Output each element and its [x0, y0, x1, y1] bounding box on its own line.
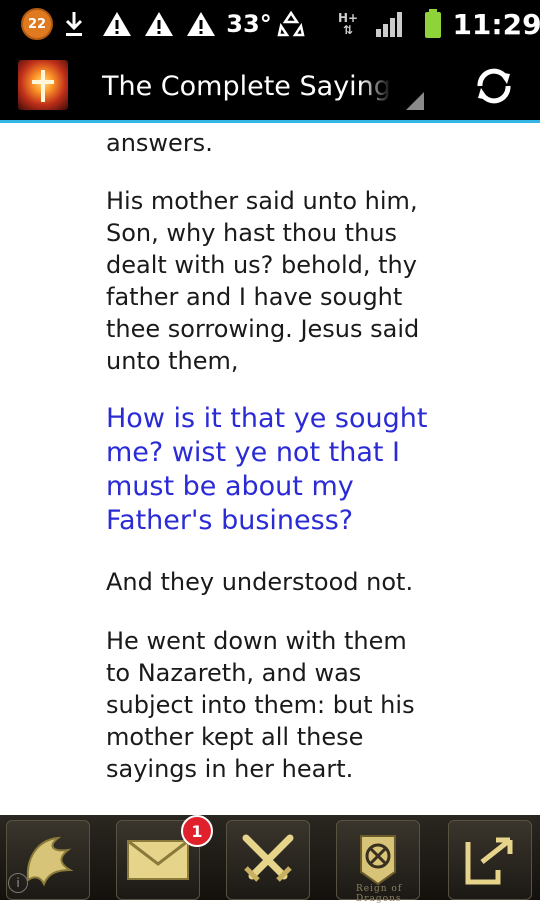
warning-icon	[100, 0, 134, 48]
glowing-cross-icon[interactable]	[18, 60, 68, 110]
network-type: H+ ⇅	[337, 11, 359, 37]
paragraph-went-down: He went down with them to Nazareth, and …	[106, 627, 415, 783]
exit-button[interactable]	[448, 820, 532, 900]
info-icon[interactable]: i	[8, 873, 28, 893]
app-title[interactable]: The Complete Sayings o	[102, 64, 392, 108]
notification-count: 22	[21, 8, 53, 40]
battle-button[interactable]	[226, 820, 310, 900]
exit-icon	[465, 837, 513, 885]
emblem-icon	[360, 835, 396, 886]
game-wordmark: Reign of Dragons	[356, 884, 403, 904]
signal-icon	[374, 0, 404, 48]
title-fade	[360, 64, 392, 108]
notification-badge-icon[interactable]: 22	[20, 0, 54, 48]
status-bar: 22 33° H+ ⇅ 11:29	[0, 0, 540, 48]
network-label: H+	[337, 11, 359, 25]
warning-icon	[184, 0, 218, 48]
recycle-icon	[276, 0, 306, 48]
paragraph-jesus-saying: How is it that ye sought me? wist ye not…	[106, 403, 428, 536]
crossed-swords-icon	[242, 834, 294, 882]
temperature-value: 33°	[226, 10, 272, 38]
spinner-caret-icon[interactable]	[406, 92, 424, 110]
paragraph-understood-not: And they understood not.	[106, 568, 414, 596]
clock: 11:29	[452, 0, 540, 48]
reading-pane[interactable]: answers. His mother said unto him, Son, …	[0, 123, 540, 815]
download-icon	[60, 0, 88, 48]
paragraph-mother-said: His mother said unto him, Son, why hast …	[106, 187, 420, 375]
refresh-button[interactable]	[466, 58, 522, 114]
temperature: 33°	[224, 0, 274, 48]
refresh-icon	[477, 68, 511, 104]
battery-icon	[422, 0, 444, 48]
clock-time: 11:29	[452, 7, 540, 41]
warning-icon	[142, 0, 176, 48]
mail-icon	[127, 839, 189, 880]
mail-badge: 1	[181, 815, 213, 847]
paragraph-answers: answers.	[106, 129, 213, 157]
